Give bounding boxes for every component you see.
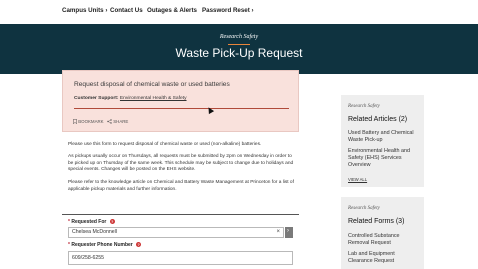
nav-contact-us[interactable]: Contact Us [110, 7, 143, 14]
nav-password-reset[interactable]: Password Reset › [202, 7, 254, 14]
related-articles-panel: Research Safety Related Articles (2) Use… [341, 95, 424, 187]
related-article-link[interactable]: Used Battery and Chemical Waste Pick-up [348, 130, 420, 144]
header-accent-line [228, 44, 250, 45]
request-summary-card: Request disposal of chemical waste or us… [62, 70, 299, 132]
description-paragraph-3: Please refer to the knowledge article on… [68, 180, 294, 192]
description-paragraph-2: As pickups usually occur on Thursdays, a… [68, 154, 294, 173]
nav-outages-alerts[interactable]: Outages & Alerts [147, 7, 197, 14]
chevron-right-icon: › [287, 228, 289, 234]
share-button[interactable]: SHARE [107, 119, 129, 125]
customer-support: Customer Support: Environmental Health &… [74, 96, 187, 101]
requested-for-input[interactable]: Chelsea McDonnell × [68, 227, 284, 238]
related-articles-eyebrow: Research Safety [348, 104, 380, 109]
help-icon[interactable]: ? [136, 242, 142, 248]
bookmark-button[interactable]: BOOKMARK [73, 119, 104, 125]
customer-support-link[interactable]: Environmental Health & Safety [120, 96, 187, 101]
page-title: Waste Pick-Up Request [175, 46, 303, 60]
share-icon [107, 119, 112, 125]
requested-for-value: Chelsea McDonnell [72, 229, 117, 235]
share-label: SHARE [113, 119, 129, 124]
help-icon[interactable]: ? [109, 219, 115, 225]
required-marker: * [68, 219, 70, 225]
related-articles-heading: Related Articles (2) [348, 116, 408, 123]
related-forms-panel: Research Safety Related Forms (3) Contro… [341, 197, 424, 269]
clear-icon[interactable]: × [276, 228, 280, 237]
phone-value: 609/258-6255 [72, 255, 105, 261]
requested-for-label: * Requested For ? [68, 219, 115, 225]
customer-support-label: Customer Support: [74, 96, 119, 101]
bookmark-label: BOOKMARK [78, 119, 104, 124]
phone-label: * Requester Phone Number ? [68, 242, 142, 248]
card-divider [74, 108, 289, 109]
related-forms-eyebrow: Research Safety [348, 206, 380, 211]
bookmark-icon [73, 119, 77, 125]
card-title: Request disposal of chemical waste or us… [74, 81, 230, 88]
header-eyebrow: Research Safety [219, 34, 259, 40]
top-navigation: Campus Units › Contact Us Outages & Aler… [0, 0, 478, 24]
lookup-button[interactable]: › [285, 227, 293, 238]
card-divider-accent [74, 108, 289, 109]
description-paragraph-1: Please use this form to request disposal… [68, 142, 262, 147]
related-article-link[interactable]: Environmental Health and Safety (EHS) Se… [348, 148, 420, 169]
view-all-link[interactable]: VIEW ALL [348, 177, 367, 182]
related-form-link[interactable]: Controlled Substance Removal Request [348, 233, 420, 247]
required-marker: * [68, 242, 70, 248]
form-divider [62, 214, 299, 215]
phone-label-text: Requester Phone Number [71, 242, 133, 248]
nav-campus-units[interactable]: Campus Units › [62, 7, 107, 14]
phone-input[interactable]: 609/258-6255 [68, 251, 293, 265]
related-form-link[interactable]: Lab and Equipment Clearance Request [348, 251, 420, 265]
related-forms-heading: Related Forms (3) [348, 218, 405, 225]
page-header: Research Safety Waste Pick-Up Request [0, 24, 478, 74]
requested-for-label-text: Requested For [71, 219, 107, 225]
